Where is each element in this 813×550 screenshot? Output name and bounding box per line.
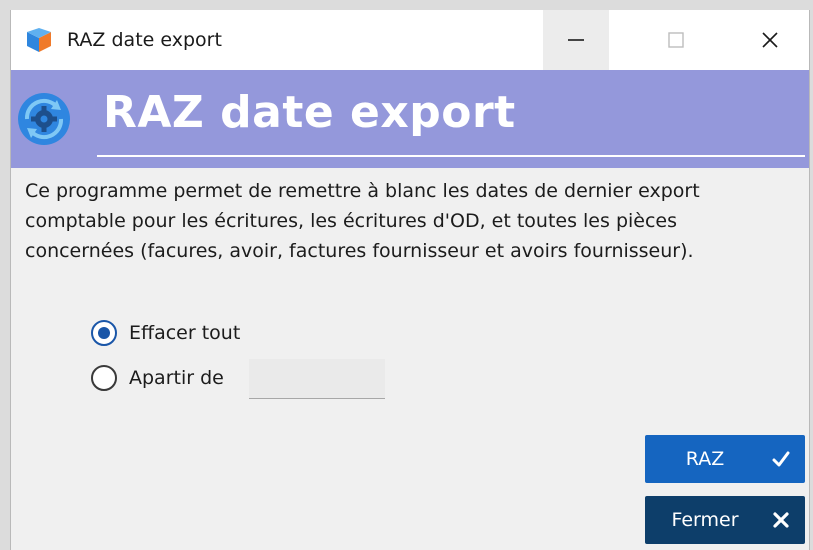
description-line: comptable pour les écritures, les écritu… — [25, 210, 678, 232]
radio-from-date-circle[interactable] — [91, 365, 117, 391]
window-close-button[interactable] — [737, 10, 803, 70]
maximize-icon — [668, 32, 684, 48]
close-x-icon — [773, 512, 789, 528]
check-icon — [772, 451, 790, 467]
radio-from-date[interactable]: Apartir de — [91, 365, 224, 391]
radio-from-date-label: Apartir de — [129, 367, 224, 389]
title-bar[interactable]: RAZ date export — [11, 10, 809, 70]
description-line: concernées (facures, avoir, factures fou… — [25, 240, 694, 262]
banner-underline — [97, 155, 805, 157]
minimize-icon — [568, 39, 584, 41]
from-date-input[interactable] — [249, 359, 385, 399]
app-logo-icon — [27, 28, 51, 52]
minimize-button[interactable] — [543, 10, 609, 70]
maximize-button[interactable] — [643, 10, 709, 70]
window-title: RAZ date export — [67, 29, 222, 51]
dialog-window: RAZ date export RAZ date export Ce progr… — [10, 10, 810, 550]
banner-title: RAZ date export — [103, 87, 516, 138]
close-icon — [762, 32, 778, 48]
header-banner: RAZ date export — [11, 70, 809, 168]
description-line: Ce programme permet de remettre à blanc … — [25, 180, 700, 202]
raz-button-label: RAZ — [685, 448, 725, 470]
raz-button[interactable]: RAZ — [645, 435, 805, 483]
gear-refresh-icon — [18, 93, 70, 145]
close-button-label: Fermer — [671, 509, 739, 531]
description-text: Ce programme permet de remettre à blanc … — [25, 176, 799, 266]
close-button[interactable]: Fermer — [645, 496, 805, 544]
radio-erase-all-label: Effacer tout — [129, 322, 241, 344]
radio-erase-all-circle[interactable] — [91, 320, 117, 346]
radio-erase-all[interactable]: Effacer tout — [91, 320, 240, 346]
